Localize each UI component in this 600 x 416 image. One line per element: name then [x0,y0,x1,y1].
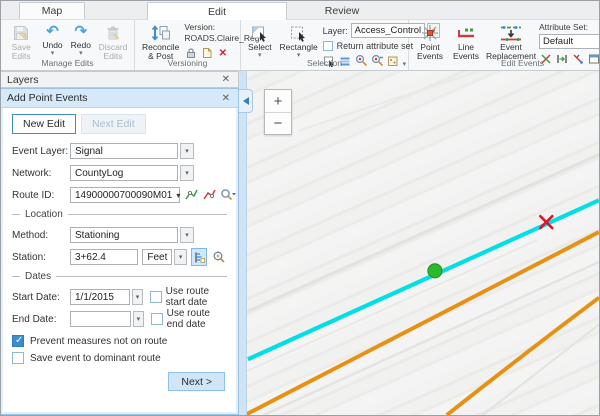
end-date-input[interactable] [70,311,131,327]
prevent-measures-label: Prevent measures not on route [30,336,167,347]
map-graphics [239,71,599,415]
event-point-marker [428,264,442,278]
return-attribute-set-label: Return attribute set [337,41,414,51]
start-date-input[interactable]: 1/1/2015 [70,289,130,305]
chevron-down-icon[interactable]: ▾ [174,249,187,265]
tab-map[interactable]: Map [19,2,85,19]
station-input[interactable]: 3+62.4 [70,249,138,265]
use-route-start-date-label: Use route start date [166,286,227,308]
pane-splitter[interactable] [239,71,247,415]
method-label: Method: [12,230,70,241]
line-events-icon [456,24,476,42]
use-route-end-date-checkbox[interactable] [151,313,163,325]
group-label-selection: Selection [241,58,408,70]
close-icon[interactable]: ✕ [220,93,232,104]
undo-button[interactable]: ↶ Undo ▾ [39,22,65,58]
station-label: Station: [12,252,70,263]
end-date-label: End Date: [12,314,70,325]
pane-header[interactable]: Add Point Events ✕ [1,89,238,108]
chevron-down-icon[interactable]: ▾ [133,311,144,327]
line-events-button[interactable]: Line Events [449,22,483,63]
reconcile-post-button[interactable]: Reconcile & Post [139,22,182,63]
chevron-down-icon[interactable]: ▾ [132,289,142,305]
prevent-measures-checkbox[interactable] [12,335,24,347]
rectangle-button[interactable]: Rectangle ▾ [277,22,321,60]
road-line [447,298,599,415]
chevron-down-icon: ▾ [51,51,55,56]
event-layer-label: Event Layer: [12,146,70,157]
pane-title: Add Point Events [7,92,220,104]
map-zoom-control: + − [264,89,292,135]
select-route-icon[interactable] [184,186,198,204]
discard-edits-button[interactable]: Discard Edits [96,22,130,63]
redo-icon: ↷ [75,24,88,40]
save-to-dominant-route-label: Save event to dominant route [30,353,161,364]
route-id-combobox[interactable]: 14900000700090M01 ▾ [70,187,180,203]
next-button[interactable]: Next > [168,372,225,391]
group-manage-edits: Save Edits ↶ Undo ▾ ↷ Redo ▾ [1,20,135,70]
route-id-label: Route ID: [12,190,70,201]
group-label-versioning: Versioning [135,58,240,70]
trash-icon [104,24,122,42]
save-edits-button[interactable]: Save Edits [5,22,37,63]
zoom-to-route-icon[interactable] [220,186,236,204]
add-point-events-pane: Add Point Events ✕ New Edit Next Edit Ev… [1,88,239,415]
app-window: Map Edit Review Save Edits ↶ Undo ▾ [0,0,600,416]
group-edit-events: Point Events Line Events [409,20,600,70]
zoom-in-button[interactable]: + [265,90,291,112]
zoom-out-button[interactable]: − [265,112,291,134]
save-to-dominant-route-checkbox[interactable] [12,352,24,364]
units-dropdown[interactable]: Feet [142,249,172,265]
next-edit-button[interactable]: Next Edit [81,114,146,134]
map-view[interactable]: + − [239,71,599,415]
new-edit-button[interactable]: New Edit [12,114,76,134]
layers-panel-header[interactable]: Layers ✕ [1,71,239,88]
ribbon-tab-bar: Map Edit Review [1,1,599,19]
use-route-start-date-checkbox[interactable] [150,291,162,303]
tab-review[interactable]: Review [317,2,367,19]
event-layer-dropdown[interactable]: Signal [70,143,178,159]
point-events-button[interactable]: Point Events [413,22,447,63]
dates-section-label: Dates [25,271,51,282]
start-date-label: Start Date: [12,292,70,303]
layers-panel-title: Layers [7,74,220,86]
save-icon [12,24,30,42]
event-replacement-icon [499,24,523,42]
reconcile-icon [151,24,171,42]
network-dropdown[interactable]: CountyLog [70,165,178,181]
rectangle-select-icon [289,24,308,42]
chevron-down-icon: ▾ [172,191,180,200]
tab-edit[interactable]: Edit [147,2,287,20]
chevron-down-icon[interactable]: ▾ [180,143,194,159]
method-dropdown[interactable]: Stationing [70,227,178,243]
zoom-to-station-icon[interactable] [211,248,227,266]
undo-icon: ↶ [46,24,59,40]
network-label: Network: [12,168,70,179]
road-line [245,232,599,415]
chevron-down-icon[interactable]: ▾ [180,165,194,181]
point-events-icon [420,24,440,42]
select-icon [250,24,269,42]
group-label-manage-edits: Manage Edits [1,58,134,70]
group-versioning: Reconcile & Post Version: ROADS.Claire_R… [135,20,241,70]
redo-button[interactable]: ↷ Redo ▾ [68,22,94,58]
group-selection: Select ▾ Rectangle ▾ Layer: Access_Contr… [241,20,409,70]
event-replacement-button[interactable]: Event Replacement [485,22,537,63]
select-button[interactable]: Select ▾ [245,22,275,60]
close-icon[interactable]: ✕ [220,74,232,85]
group-label-edit-events: Edit Events [409,58,600,70]
use-route-end-date-label: Use route end date [167,308,227,330]
attribute-set-dropdown[interactable]: Default ▾ [539,34,600,49]
select-route-on-map-icon[interactable] [202,186,216,204]
station-from-map-tool[interactable] [191,248,207,266]
ribbon: Save Edits ↶ Undo ▾ ↷ Redo ▾ [1,19,599,71]
return-attribute-set-checkbox[interactable] [323,41,333,51]
chevron-down-icon[interactable]: ▾ [180,227,194,243]
chevron-down-icon: ▾ [79,51,83,56]
attribute-set-label: Attribute Set: [539,23,600,33]
collapse-left-icon [243,97,249,105]
collapse-pane-button[interactable] [239,89,253,113]
layer-label: Layer: [323,26,348,36]
location-section-label: Location [25,209,63,220]
